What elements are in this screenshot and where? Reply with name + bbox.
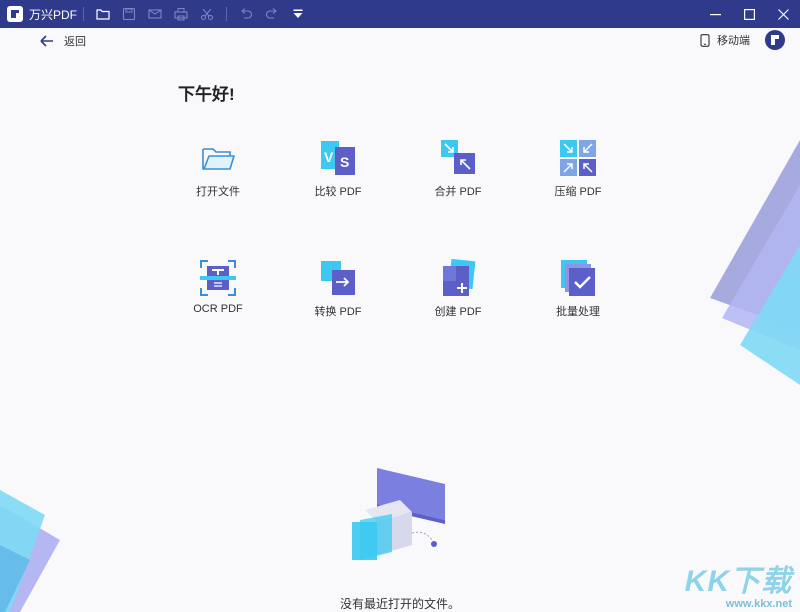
tool-label: 转换 PDF bbox=[314, 306, 362, 318]
cut-icon[interactable] bbox=[194, 0, 220, 28]
compare-pdf-icon: VS bbox=[318, 138, 358, 178]
tool-label: 打开文件 bbox=[196, 186, 240, 198]
back-arrow-icon bbox=[40, 35, 53, 47]
mobile-label: 移动端 bbox=[717, 35, 750, 47]
convert-pdf-icon bbox=[318, 258, 358, 298]
print-icon[interactable] bbox=[168, 0, 194, 28]
back-button[interactable]: 返回 bbox=[40, 33, 86, 49]
undo-icon[interactable] bbox=[233, 0, 259, 28]
watermark-logo: KK下载 bbox=[684, 565, 792, 598]
tool-label: 创建 PDF bbox=[434, 306, 482, 318]
tool-compare-pdf[interactable]: VS 比较 PDF bbox=[283, 138, 393, 208]
tool-batch-process[interactable]: 批量处理 bbox=[523, 258, 633, 328]
background-decoration bbox=[0, 140, 800, 612]
tool-label: OCR PDF bbox=[193, 303, 243, 315]
empty-recent-message: 没有最近打开的文件。 bbox=[339, 597, 460, 611]
dropdown-menu-icon[interactable] bbox=[285, 0, 311, 28]
compress-pdf-icon bbox=[558, 138, 598, 178]
tool-label: 合并 PDF bbox=[434, 186, 482, 198]
back-label: 返回 bbox=[64, 36, 86, 48]
tool-merge-pdf[interactable]: 合并 PDF bbox=[403, 138, 513, 208]
open-file-icon bbox=[198, 138, 238, 178]
tool-compress-pdf[interactable]: 压缩 PDF bbox=[523, 138, 633, 208]
watermark: KK下载 www.kkx.net bbox=[684, 565, 792, 611]
ocr-pdf-icon bbox=[198, 258, 238, 298]
app-name: 万兴PDF bbox=[29, 7, 78, 22]
tool-label: 压缩 PDF bbox=[554, 186, 602, 198]
batch-process-icon bbox=[558, 258, 598, 298]
svg-text:S: S bbox=[340, 154, 349, 170]
tool-label: 批量处理 bbox=[556, 306, 600, 318]
account-avatar[interactable] bbox=[765, 30, 785, 50]
tool-open-file[interactable]: 打开文件 bbox=[163, 138, 273, 208]
phone-icon bbox=[700, 33, 710, 47]
toolbar-divider bbox=[226, 7, 228, 21]
toolbar-divider bbox=[83, 7, 85, 21]
watermark-url: www.kkx.net bbox=[725, 598, 792, 610]
tool-convert-pdf[interactable]: 转换 PDF bbox=[283, 258, 393, 328]
greeting-title: 下午好! bbox=[178, 85, 235, 104]
tool-label: 比较 PDF bbox=[314, 186, 362, 198]
minimize-button[interactable] bbox=[698, 0, 732, 28]
open-folder-icon[interactable] bbox=[90, 0, 116, 28]
title-bar: 万兴PDF bbox=[0, 0, 800, 28]
tool-create-pdf[interactable]: 创建 PDF bbox=[403, 258, 513, 328]
create-pdf-icon bbox=[438, 258, 478, 298]
tool-ocr-pdf[interactable]: OCR PDF bbox=[163, 258, 273, 328]
save-icon[interactable] bbox=[116, 0, 142, 28]
mobile-button[interactable]: 移动端 bbox=[700, 32, 750, 48]
svg-text:V: V bbox=[324, 149, 334, 165]
close-button[interactable] bbox=[766, 0, 800, 28]
maximize-button[interactable] bbox=[732, 0, 766, 28]
redo-icon[interactable] bbox=[259, 0, 285, 28]
mail-icon[interactable] bbox=[142, 0, 168, 28]
app-logo-icon bbox=[7, 6, 23, 22]
merge-pdf-icon bbox=[438, 138, 478, 178]
